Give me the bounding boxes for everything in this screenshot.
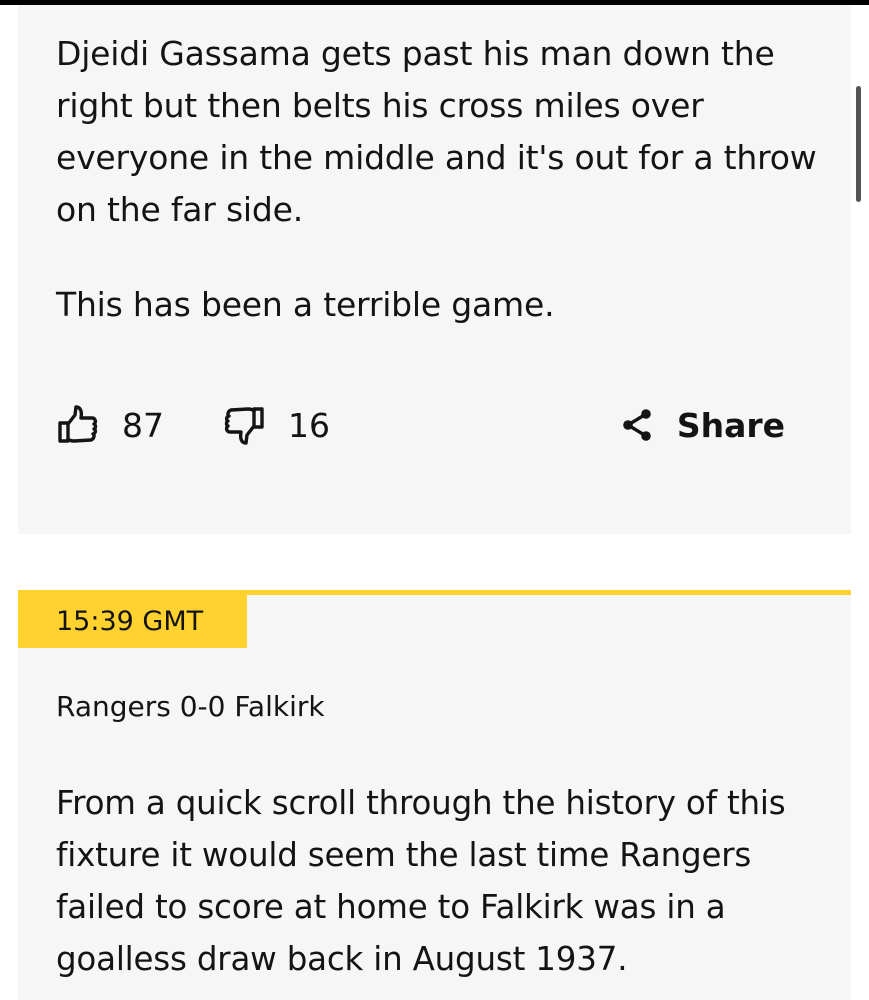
- share-icon: [619, 407, 655, 443]
- post-timestamp: 15:39 GMT: [18, 595, 247, 648]
- post-paragraph: Djeidi Gassama gets past his man down th…: [56, 34, 817, 229]
- live-post: Djeidi Gassama gets past his man down th…: [18, 5, 851, 534]
- share-label: Share: [676, 405, 785, 445]
- like-count: 87: [122, 405, 164, 445]
- dislike-button[interactable]: 16: [222, 400, 330, 450]
- share-button[interactable]: Share: [619, 400, 785, 450]
- reactions-bar: 87 16: [56, 400, 330, 450]
- post-subtitle: Rangers 0-0 Falkirk: [56, 690, 325, 723]
- post-paragraph: This has been a terrible game.: [56, 285, 555, 324]
- live-post: 15:39 GMT Rangers 0-0 Falkirk From a qui…: [18, 590, 851, 1000]
- thumbs-up-icon: [56, 403, 100, 447]
- scrollbar-thumb[interactable]: [856, 86, 861, 202]
- dislike-count: 16: [288, 405, 330, 445]
- thumbs-down-icon: [222, 403, 266, 447]
- like-button[interactable]: 87: [56, 400, 164, 450]
- post-paragraph: From a quick scroll through the history …: [56, 784, 786, 978]
